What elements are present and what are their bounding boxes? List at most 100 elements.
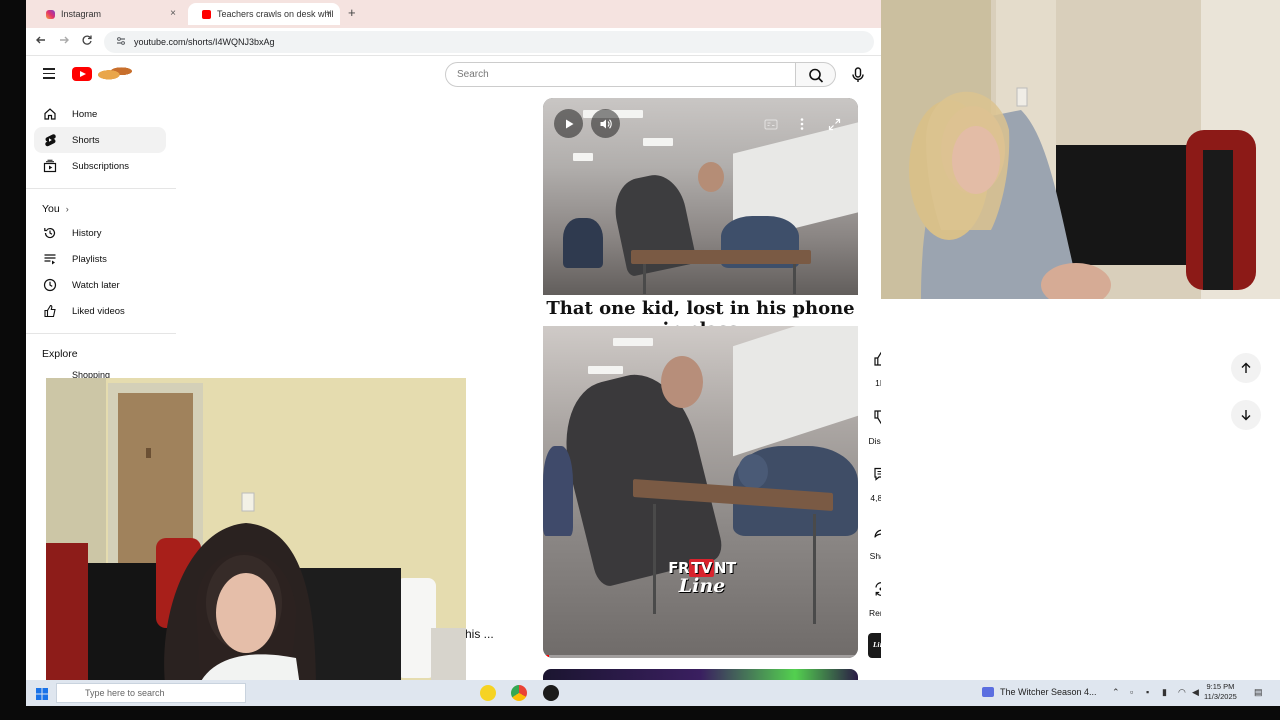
youtube-icon [202,9,211,19]
menu-icon[interactable] [43,68,55,79]
sidebar-item-label: Watch later [72,279,120,291]
reload-icon [82,35,92,45]
youtube-play-logo-icon [72,67,92,81]
new-tab-button[interactable]: + [348,5,356,20]
sidebar-item-label: Playlists [72,253,107,265]
tab-title: Instagram [61,9,102,19]
webcam-image [46,378,466,693]
play-icon [565,119,573,128]
divider [26,333,176,334]
playlists-icon [34,252,62,266]
webcam-overlay-right [881,0,1280,299]
next-short-button[interactable] [1231,400,1261,430]
more-vert-icon [800,118,804,130]
volume-button[interactable] [591,109,620,138]
divider [26,188,176,189]
screen-edge [0,0,26,720]
progress-fill [543,655,550,658]
sidebar-item-watch-later[interactable]: Watch later [34,272,166,298]
webcam-image [881,0,1280,299]
snapchat-icon[interactable] [480,685,496,701]
tab-title: Teachers crawls on desk while a [217,9,333,19]
search-icon [809,68,824,83]
media-playing-indicator[interactable]: The Witcher Season 4... [982,687,1097,697]
browser-toolbar: youtube.com/shorts/I4WQNJ3bxAg [26,28,881,56]
back-button[interactable] [35,34,47,49]
arrow-down-icon [1241,410,1251,421]
webcam-overlay-left [46,378,466,693]
shorts-icon [34,133,62,147]
taskbar-clock[interactable]: 9:15 PM 11/3/2025 [1204,682,1237,702]
sidebar-item-label: History [72,227,102,239]
windows-logo-icon [36,688,48,700]
home-icon [34,107,62,121]
captions-button[interactable] [762,115,780,133]
sidebar-explore-heading: Explore [26,343,176,365]
play-button[interactable] [554,109,583,138]
arrow-left-icon [36,36,45,44]
more-options-button[interactable] [793,115,811,133]
screen-edge [0,706,1280,720]
tab-youtube-short[interactable]: Teachers crawls on desk while a × [188,3,340,25]
url-text: youtube.com/shorts/I4WQNJ3bxAg [134,37,275,47]
close-tab-icon[interactable]: × [326,8,332,19]
sidebar-item-label: Liked videos [72,305,125,317]
tray-app-icon[interactable]: ▫ [1130,687,1133,697]
chrome-icon[interactable] [511,685,527,701]
taskbar-search-box[interactable]: Type here to search [56,683,246,703]
history-icon [34,226,62,240]
site-info-icon[interactable] [116,36,126,48]
sidebar-item-playlists[interactable]: Playlists [34,246,166,272]
close-tab-icon[interactable]: × [170,8,176,19]
sidebar-you-heading[interactable]: You › [26,198,176,220]
sidebar-item-label: Home [72,108,98,120]
section-title: You [42,203,60,215]
tab-instagram[interactable]: Instagram × [32,3,184,25]
sidebar-item-subscriptions[interactable]: Subscriptions [34,153,166,179]
video-icon [982,687,994,697]
previous-short-button[interactable] [1231,353,1261,383]
liked-videos-icon [34,304,62,318]
microphone-tray-icon[interactable]: ▮ [1162,687,1167,698]
sidebar: Home Shorts Subscriptions You › History [26,101,176,365]
wifi-icon[interactable]: ◠ [1178,687,1186,698]
frontline-watermark: FR TV NT Line [668,559,736,597]
instagram-icon [46,9,55,19]
tray-app-icon[interactable]: ▪ [1146,687,1149,697]
windows-start-button[interactable] [36,687,48,705]
search-bar [445,62,837,87]
search-button[interactable] [795,62,836,87]
shorts-player[interactable]: That one kid, lost in his phone in class… [543,98,858,658]
voice-search-button[interactable] [848,65,868,85]
reload-button[interactable] [81,34,93,49]
sidebar-item-label: Shorts [72,134,100,146]
subscriptions-icon [34,159,62,173]
sidebar-item-shorts[interactable]: Shorts [34,127,166,153]
browser-tab-bar: Instagram × Teachers crawls on desk whil… [26,0,881,28]
partial-video-title: his ... [465,627,494,641]
notifications-icon[interactable]: ▤ [1254,687,1263,698]
sidebar-item-history[interactable]: History [34,220,166,246]
youtube-logo[interactable] [72,64,134,84]
fullscreen-button[interactable] [825,115,843,133]
section-title: Explore [42,348,78,360]
watch-later-icon [34,278,62,292]
volume-icon [600,118,612,129]
chevron-up-icon[interactable]: ⌃ [1112,687,1120,698]
speaker-icon[interactable]: ◀ [1192,687,1199,698]
sidebar-item-liked-videos[interactable]: Liked videos [34,298,166,324]
expand-icon [828,118,840,130]
address-bar[interactable]: youtube.com/shorts/I4WQNJ3bxAg [104,31,874,53]
forward-button[interactable] [58,34,70,49]
video-progress-bar[interactable] [543,655,858,658]
screen: Instagram × Teachers crawls on desk whil… [0,0,1280,720]
microphone-icon [852,67,864,82]
search-input[interactable] [445,62,796,87]
sidebar-item-label: Subscriptions [72,160,130,172]
doodle-logo [92,64,134,82]
windows-taskbar: Type here to search The Witcher Season 4… [26,680,1280,706]
arrow-up-icon [1241,362,1251,373]
obs-icon[interactable] [543,685,559,701]
captions-icon [764,119,778,129]
sidebar-item-home[interactable]: Home [34,101,166,127]
